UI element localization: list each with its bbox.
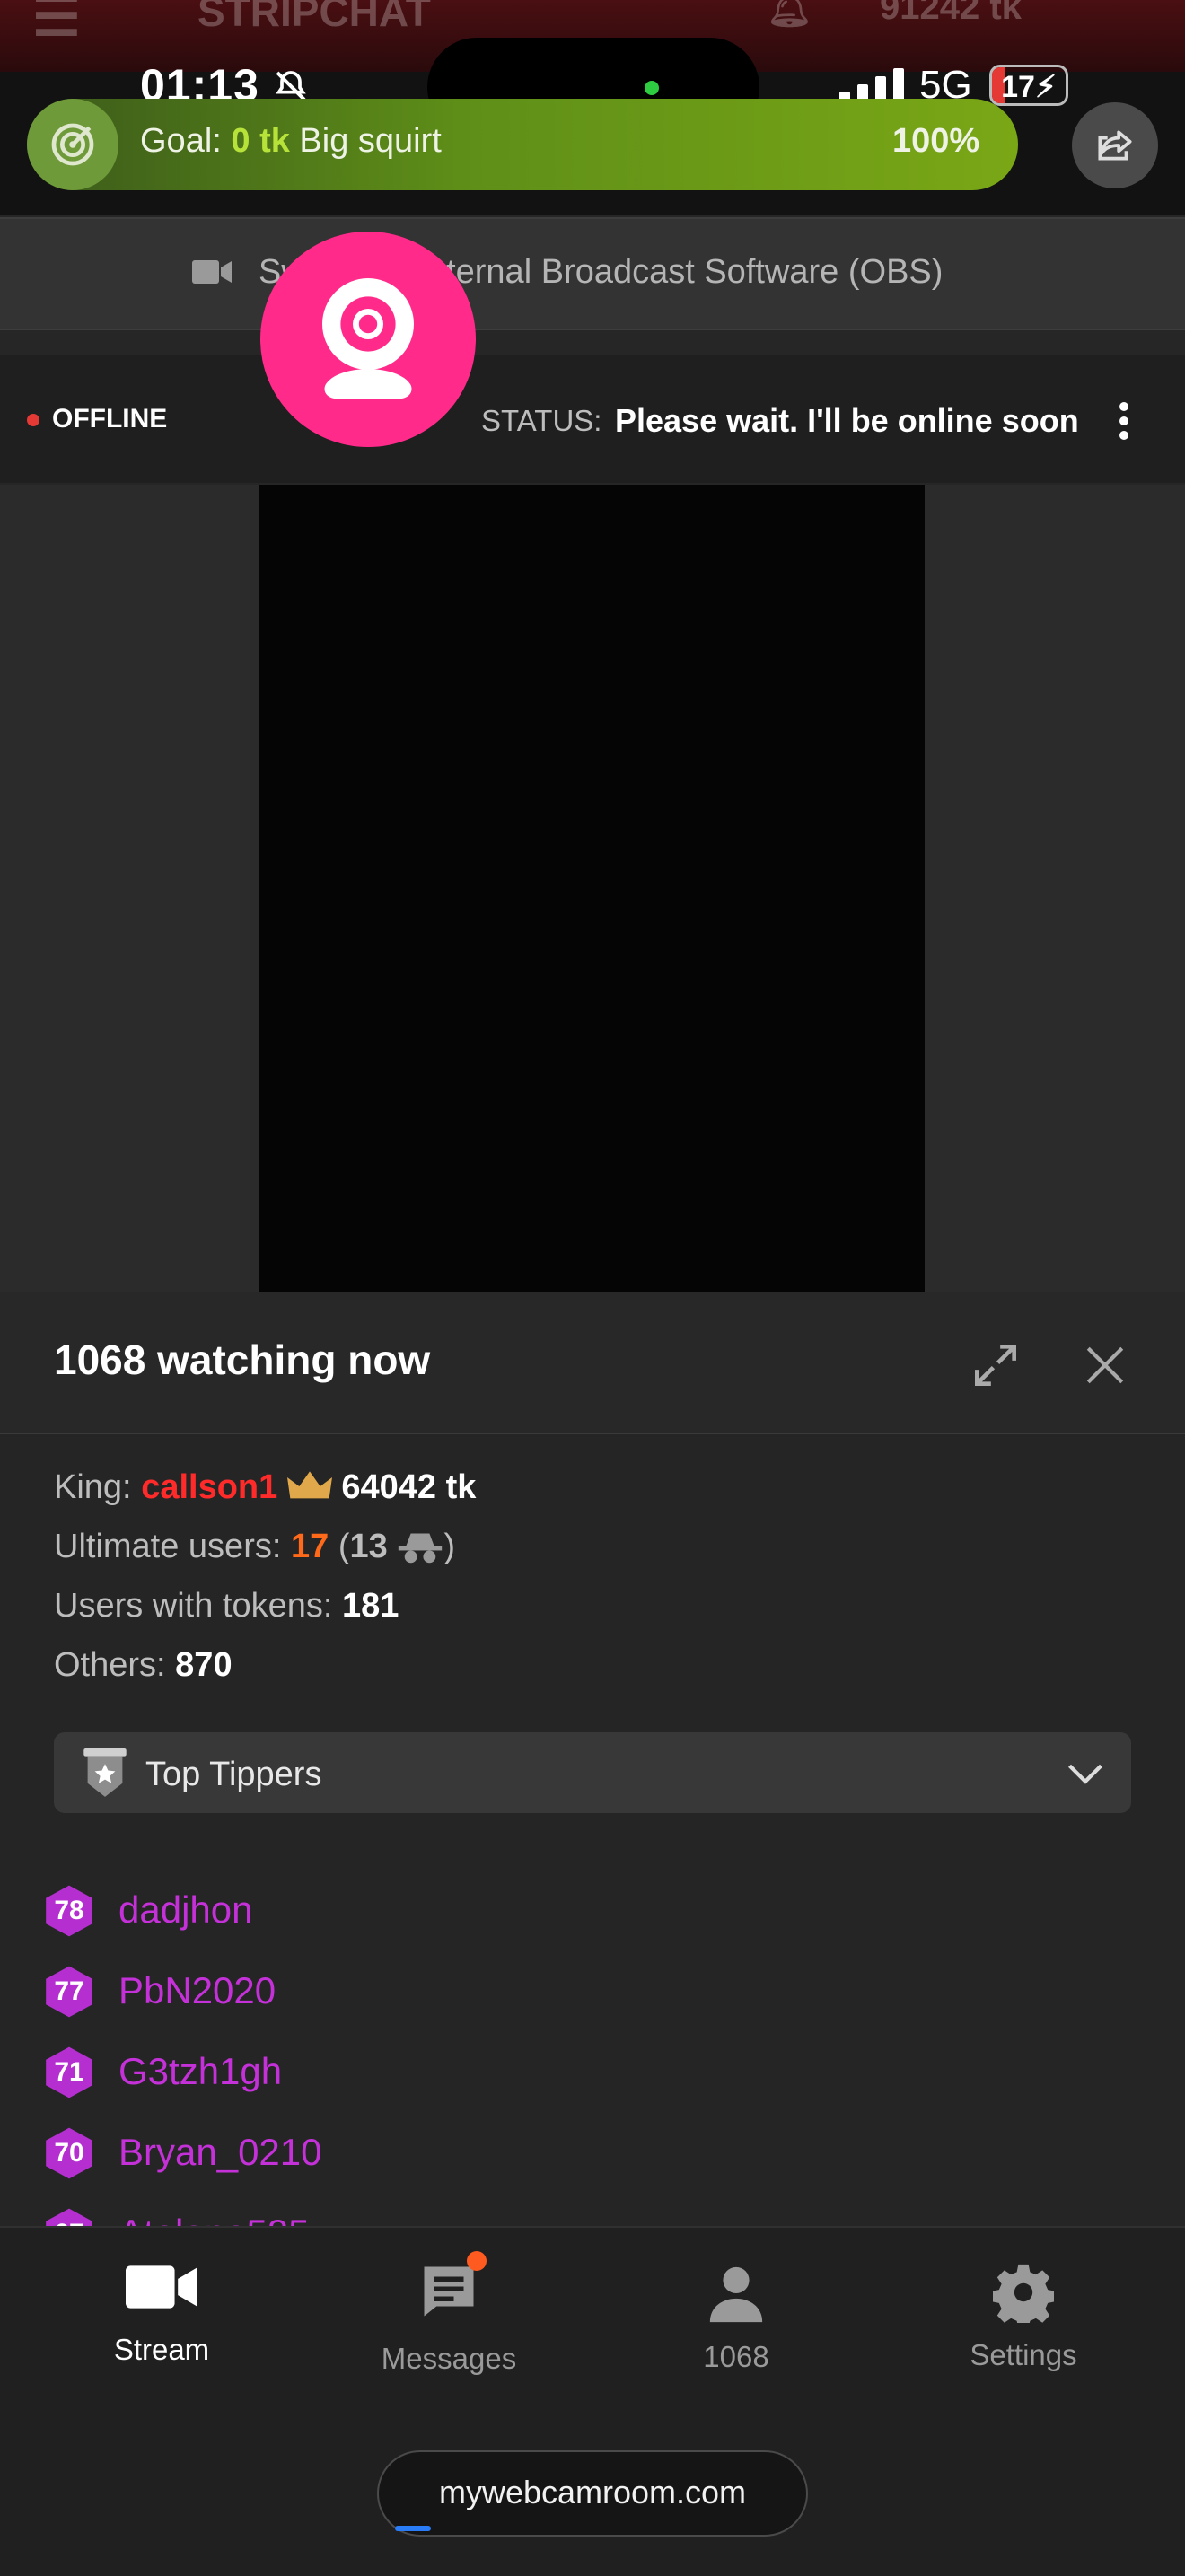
more-options-icon[interactable] xyxy=(1115,402,1133,445)
video-camera-icon xyxy=(192,260,232,284)
status-label: STATUS: xyxy=(481,404,602,437)
tipper-name[interactable]: G3tzh1gh xyxy=(118,2050,282,2093)
others-row: Others: 870 xyxy=(54,1646,233,1685)
video-player[interactable] xyxy=(259,485,925,1292)
watching-count: 1068 watching now xyxy=(54,1336,431,1383)
tab-messages-label: Messages xyxy=(381,2342,517,2375)
gear-icon xyxy=(991,2264,1056,2329)
tab-viewers-label: 1068 xyxy=(703,2340,769,2373)
ultimate-label: Ultimate users: xyxy=(54,1528,282,1565)
goal-text: Goal: 0 tk Big squirt xyxy=(140,122,442,161)
offline-dot xyxy=(27,414,40,427)
goal-prefix: Goal: xyxy=(140,122,232,160)
offline-label: OFFLINE xyxy=(52,404,168,434)
king-label: King: xyxy=(54,1468,132,1506)
tipper-level: 71 xyxy=(54,2057,84,2087)
tipper-name[interactable]: PbN2020 xyxy=(118,1969,276,2012)
tipper-level: 77 xyxy=(54,1976,84,2006)
site-brand[interactable]: STRIPCHAT xyxy=(198,0,431,36)
tab-viewers[interactable]: 1068 xyxy=(646,2262,826,2374)
crown-icon xyxy=(286,1471,332,1499)
tokens-row: Users with tokens: 181 xyxy=(54,1587,399,1625)
unread-dot xyxy=(467,2251,487,2271)
webcam-logo xyxy=(260,232,476,447)
chevron-down-icon[interactable] xyxy=(1066,1761,1104,1786)
target-icon xyxy=(27,99,118,190)
goal-label: Big squirt xyxy=(289,122,442,160)
ultimate-count: 17 xyxy=(290,1528,329,1565)
king-tokens: 64042 tk xyxy=(341,1468,477,1506)
address-bar-url[interactable]: mywebcamroom.com xyxy=(377,2474,808,2511)
tab-settings[interactable]: Settings xyxy=(934,2262,1113,2372)
top-tippers-label[interactable]: Top Tippers xyxy=(145,1756,321,1794)
king-row: King: callson1 64042 tk xyxy=(54,1468,476,1507)
king-username[interactable]: callson1 xyxy=(141,1468,277,1506)
chat-icon xyxy=(424,2266,474,2317)
camera-indicator xyxy=(645,81,659,95)
others-count: 870 xyxy=(175,1646,233,1684)
tokens-label: Users with tokens: xyxy=(54,1587,333,1625)
tipper-level: 70 xyxy=(54,2138,84,2168)
bell-icon[interactable]: 🔔︎ xyxy=(767,0,812,30)
tokens-count: 181 xyxy=(342,1587,399,1625)
battery-icon: 17⚡︎ xyxy=(989,65,1068,106)
ultimate-row: Ultimate users: 17 (13 ) xyxy=(54,1528,455,1565)
tipper-name[interactable]: Bryan_0210 xyxy=(118,2131,322,2174)
tipper-level: 78 xyxy=(54,1896,84,1925)
tab-messages[interactable]: Messages xyxy=(359,2262,539,2376)
status-value: Please wait. I'll be online soon xyxy=(615,402,1079,439)
battery-percent: 17 xyxy=(1001,70,1035,104)
tipper-name[interactable]: dadjhon xyxy=(118,1888,252,1932)
tab-settings-label: Settings xyxy=(970,2338,1077,2371)
ultimate-hidden-count: 13 xyxy=(349,1528,388,1565)
expand-icon[interactable] xyxy=(968,1337,1023,1393)
goal-percent: 100% xyxy=(892,122,980,160)
offline-indicator: OFFLINE xyxy=(27,404,167,434)
close-icon[interactable] xyxy=(1083,1343,1128,1388)
video-camera-icon xyxy=(126,2265,198,2309)
hamburger-icon[interactable]: ☰ xyxy=(32,0,81,48)
others-label: Others: xyxy=(54,1646,166,1684)
tab-stream-label: Stream xyxy=(113,2333,210,2366)
page-load-progress xyxy=(395,2526,431,2531)
share-icon xyxy=(1098,130,1132,161)
badge-star-icon xyxy=(83,1748,127,1797)
token-balance[interactable]: 91242 tk xyxy=(880,0,1022,28)
share-button[interactable] xyxy=(1072,102,1158,188)
goal-amount: 0 tk xyxy=(231,122,290,160)
incognito-icon xyxy=(399,1533,443,1564)
tab-stream[interactable]: Stream xyxy=(72,2262,251,2367)
user-icon xyxy=(709,2266,763,2323)
